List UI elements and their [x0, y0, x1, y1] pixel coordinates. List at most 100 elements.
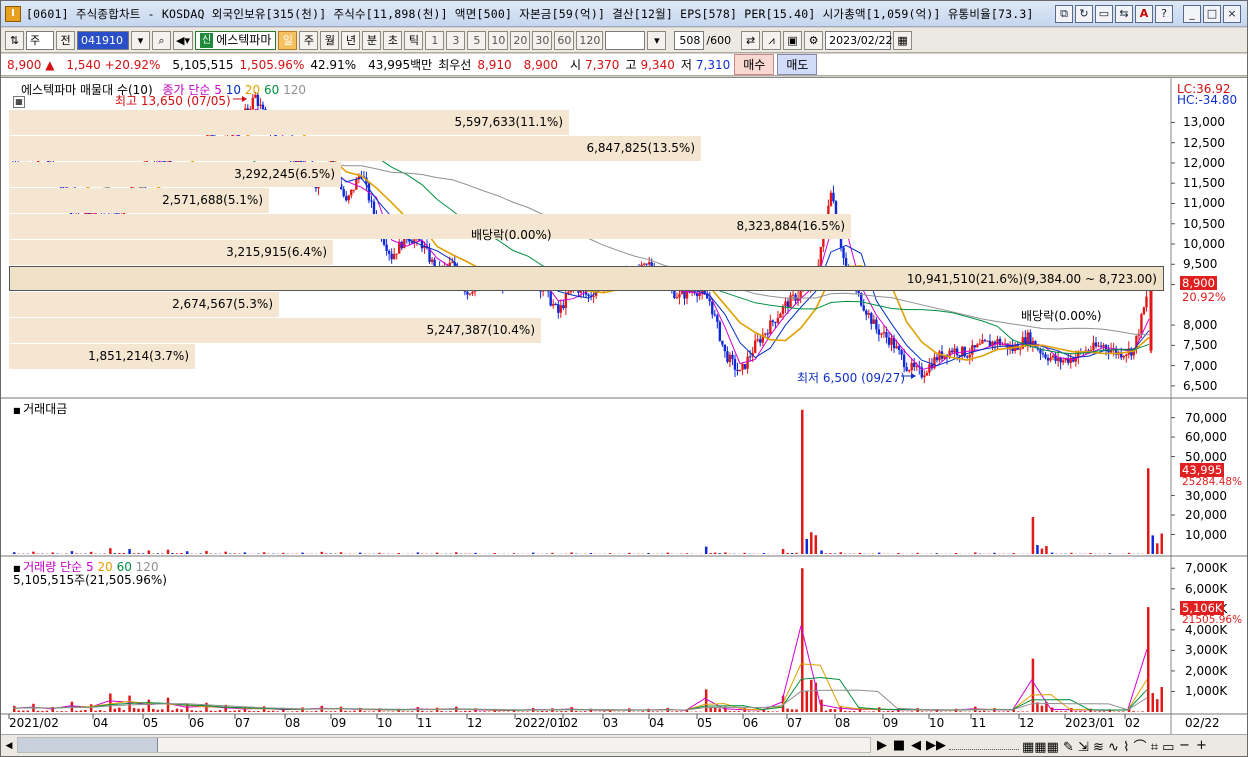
volume-bar — [1016, 711, 1020, 712]
maximize-button[interactable]: □ — [1203, 5, 1221, 23]
count-1[interactable]: 1 — [425, 30, 445, 50]
volume-bar — [805, 691, 809, 712]
amount-tag-sub: 25284.48% — [1182, 476, 1243, 488]
count-20[interactable]: 20 — [510, 30, 531, 50]
stock-name-box[interactable]: 신 에스텍파마 — [194, 30, 277, 50]
x-tick-label: 06 — [743, 716, 759, 730]
swap-icon[interactable]: ⇆ — [1115, 5, 1133, 23]
minimize-button[interactable]: _ — [1183, 5, 1201, 23]
drawing-tools-icon[interactable]: ▦▦▦ ✎ ⇲ ≋ ∿ ⌇ ⌒ ⌗ ▭ — [1022, 736, 1174, 755]
volume-bar — [1117, 711, 1121, 712]
chart-type-icon[interactable]: ⩘ — [762, 30, 782, 50]
layout-icon[interactable]: ▭ — [1095, 5, 1113, 23]
rewind-icon[interactable]: ◀ — [909, 738, 923, 753]
volume-pct: 1,505.96% — [239, 57, 305, 72]
volume-bar — [810, 679, 813, 712]
count-5[interactable]: 5 — [467, 30, 487, 50]
volume-bar — [656, 711, 659, 712]
refresh-icon[interactable]: ↻ — [1075, 5, 1093, 23]
period-second[interactable]: 초 — [383, 30, 403, 50]
candle-body — [890, 337, 893, 345]
close-button[interactable]: × — [1223, 5, 1241, 23]
font-icon[interactable]: A — [1135, 5, 1153, 23]
prev-button[interactable]: 전 — [56, 30, 75, 50]
candle-body — [769, 320, 772, 335]
volume-ma-line — [12, 676, 1148, 711]
volume-bar — [882, 711, 885, 712]
count-10[interactable]: 10 — [488, 30, 509, 50]
zoom-in-icon[interactable]: + — [1194, 738, 1208, 753]
volume-bar — [137, 708, 140, 712]
save-icon[interactable]: ▣ — [783, 30, 803, 50]
volume-bar — [583, 711, 587, 712]
amount-bar — [166, 549, 170, 554]
chart-area[interactable]: 에스텍파마 매물대 수(10) 종가 단순 5 10 20 60 120 ▦ 5… — [1, 77, 1247, 735]
search-icon[interactable]: ⌕ — [152, 30, 171, 50]
code-dropdown-icon[interactable]: ▾ — [131, 30, 150, 50]
scroll-track[interactable] — [17, 737, 871, 753]
count-3[interactable]: 3 — [446, 30, 466, 50]
volume-bar — [459, 711, 463, 712]
amount-bar — [1108, 553, 1112, 554]
compare-icon[interactable]: ⇄ — [741, 30, 761, 50]
period-week[interactable]: 주 — [299, 30, 319, 50]
amount-tick-label: 20,000 — [1185, 508, 1227, 523]
buy-button[interactable]: 매수 — [734, 54, 775, 75]
candle-body — [675, 297, 679, 299]
amount-bar — [647, 553, 650, 554]
volume-bar — [545, 711, 548, 712]
volume-profile-band: 2,571,688(5.1%) — [9, 188, 269, 213]
speed-slider[interactable] — [949, 742, 1019, 750]
amount-bar — [205, 550, 208, 554]
candle-body — [718, 321, 722, 341]
candle-body — [716, 315, 719, 322]
volume-bar — [852, 711, 856, 712]
candle-body — [925, 372, 929, 376]
help-icon[interactable]: ? — [1155, 5, 1173, 23]
play-icon[interactable]: ▶ — [875, 738, 889, 753]
amount-bar — [1156, 543, 1159, 554]
count-60[interactable]: 60 — [554, 30, 575, 50]
volume-bar — [171, 710, 174, 712]
amount-bar — [243, 552, 247, 554]
fast-forward-icon[interactable]: ▶▶ — [926, 738, 946, 753]
sell-button[interactable]: 매도 — [777, 54, 818, 75]
scroll-thumb[interactable] — [18, 738, 158, 752]
custom-count-input[interactable] — [605, 30, 646, 50]
zoom-out-icon[interactable]: − — [1177, 738, 1191, 753]
pin-icon[interactable]: ⇅ — [5, 30, 24, 50]
market-select[interactable]: 주 — [26, 30, 54, 50]
date-input[interactable]: 2023/02/22 — [825, 30, 893, 50]
candle-body — [832, 192, 835, 202]
volume-bar — [449, 711, 452, 712]
count-30[interactable]: 30 — [532, 30, 553, 50]
period-year[interactable]: 년 — [341, 30, 361, 50]
stock-code-input[interactable]: 041910 — [77, 30, 129, 50]
title-bar[interactable]: I [0601] 주식종합차트 - KOSDAQ 외국인보유[315(천)] 주… — [1, 1, 1247, 27]
calendar-icon[interactable]: ▦ — [893, 30, 913, 50]
volume-tick-label: 6,000K — [1185, 581, 1228, 596]
scroll-left-icon[interactable]: ◀ — [1, 738, 17, 754]
count-120[interactable]: 120 — [576, 30, 604, 50]
settings-gear-icon[interactable]: ⚙ — [804, 30, 824, 50]
count-dropdown-icon[interactable]: ▾ — [647, 30, 667, 50]
chart-scrollbar[interactable]: ◀ ▶ ■ ◀ ▶▶ ▦▦▦ ✎ ⇲ ≋ ∿ ⌇ ⌒ ⌗ ▭ − + — [1, 734, 1247, 756]
period-tick[interactable]: 틱 — [404, 30, 424, 50]
period-minute[interactable]: 분 — [362, 30, 382, 50]
grid-toggle-icon[interactable]: ▦ — [13, 96, 25, 108]
x-tick-label: 02 — [563, 716, 579, 730]
speaker-icon[interactable]: ◀▾ — [173, 30, 193, 50]
bars-shown-input[interactable]: 508 — [674, 30, 705, 50]
amount-bar — [51, 552, 54, 554]
candle-body — [862, 305, 865, 311]
link-window-icon[interactable]: ⧉ — [1055, 5, 1073, 23]
amount-bar — [877, 552, 881, 554]
amount-bar — [512, 553, 516, 554]
stop-icon[interactable]: ■ — [892, 738, 906, 753]
period-month[interactable]: 월 — [320, 30, 340, 50]
candle-body — [877, 329, 881, 335]
volume-bar — [1132, 711, 1135, 712]
period-day[interactable]: 일 — [278, 30, 298, 50]
volume-bar — [1021, 711, 1024, 712]
amount-bar — [801, 409, 804, 554]
